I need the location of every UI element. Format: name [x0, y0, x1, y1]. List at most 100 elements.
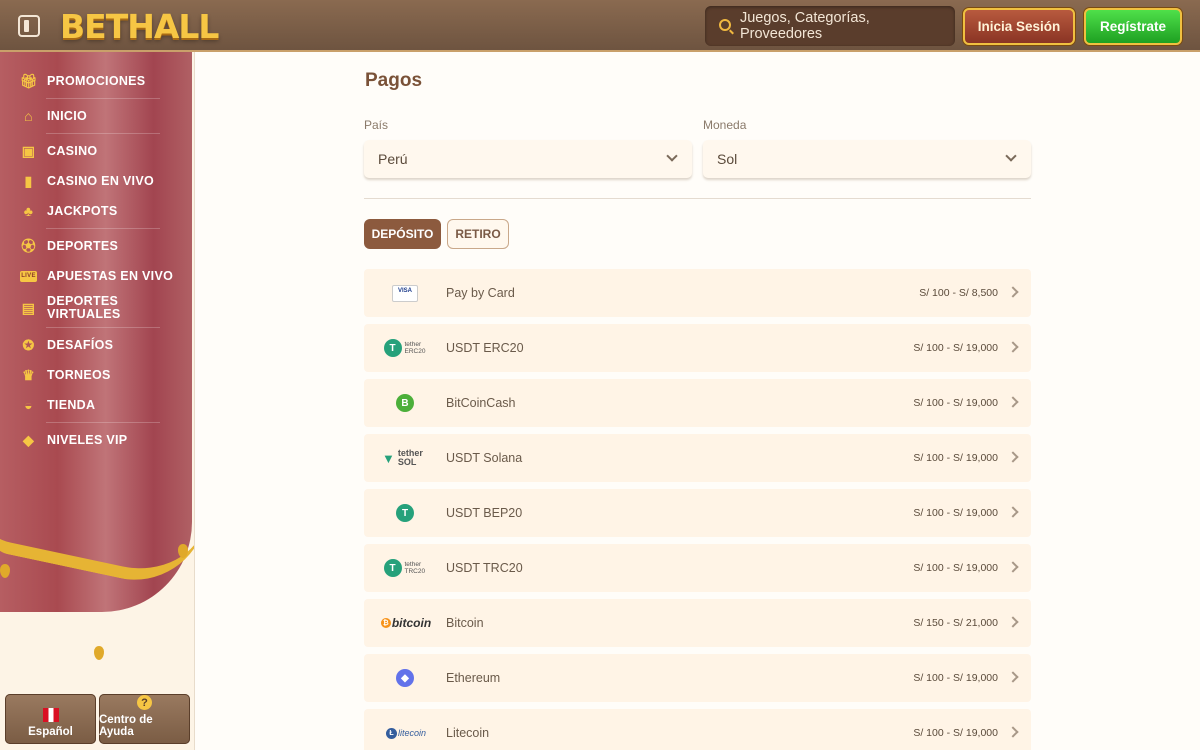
- chevron-down-icon: [1005, 150, 1017, 162]
- country-select[interactable]: Perú: [364, 140, 692, 178]
- payment-method-range: S/ 100 - S/ 19,000: [913, 562, 998, 574]
- tab-retiro[interactable]: RETIRO: [447, 219, 509, 249]
- nav-divider: [46, 98, 160, 99]
- cards-icon: ▮: [24, 173, 33, 189]
- sidebar-item-label: JACKPOTS: [47, 204, 118, 218]
- ball-icon: ⚽︎: [21, 238, 36, 254]
- payment-method-range: S/ 100 - S/ 8,500: [919, 287, 998, 299]
- payment-method-row[interactable]: ◆ Ethereum S/ 100 - S/ 19,000: [364, 654, 1031, 702]
- tassel-drop: [94, 646, 104, 660]
- payment-method-row[interactable]: T USDT BEP20 S/ 100 - S/ 19,000: [364, 489, 1031, 537]
- home-icon: ⌂: [24, 108, 33, 124]
- payment-method-range: S/ 100 - S/ 19,000: [913, 507, 998, 519]
- payment-method-range: S/ 100 - S/ 19,000: [913, 672, 998, 684]
- currency-value: Sol: [717, 151, 738, 167]
- sidebar-item-jackpots[interactable]: ♣ JACKPOTS: [0, 196, 194, 226]
- shop-bag-icon: ◒: [24, 397, 33, 413]
- chevron-right-icon: [1007, 506, 1019, 518]
- register-button[interactable]: Regístrate: [1084, 8, 1182, 45]
- country-value: Perú: [378, 151, 408, 167]
- sidebar-item-label: DEPORTES VIRTUALES: [47, 294, 121, 321]
- language-button[interactable]: Español: [5, 694, 96, 744]
- currency-select[interactable]: Sol: [703, 140, 1031, 178]
- sidebar-item-label: CASINO EN VIVO: [47, 174, 154, 188]
- tether-solana-logo: ▼ tether SOL: [382, 448, 423, 467]
- payment-method-name: USDT BEP20: [446, 506, 523, 520]
- sidebar-item-inicio[interactable]: ⌂ INICIO: [0, 101, 194, 131]
- sidebar-item-tienda[interactable]: ◒ TIENDA: [0, 390, 194, 420]
- nav-divider: [46, 133, 160, 134]
- payment-method-name: Litecoin: [446, 726, 490, 740]
- language-label: Español: [28, 726, 73, 738]
- chevron-right-icon: [1007, 616, 1019, 628]
- sidebar-item-label: INICIO: [47, 109, 87, 123]
- payment-method-range: S/ 100 - S/ 19,000: [913, 452, 998, 464]
- chevron-right-icon: [1007, 451, 1019, 463]
- bethall-logo[interactable]: BETHALL: [60, 7, 219, 46]
- sidebar-item-label: NIVELES VIP: [47, 433, 128, 447]
- payment-method-range: S/ 100 - S/ 19,000: [913, 397, 998, 409]
- tab-deposito[interactable]: DEPÓSITO: [364, 219, 441, 249]
- chevron-down-icon: [666, 150, 678, 162]
- payment-method-row[interactable]: B BitCoinCash S/ 100 - S/ 19,000: [364, 379, 1031, 427]
- chevron-right-icon: [1007, 286, 1019, 298]
- payment-method-name: BitCoinCash: [446, 396, 516, 410]
- chevron-right-icon: [1007, 396, 1019, 408]
- nav-divider: [46, 228, 160, 229]
- chevron-right-icon: [1007, 726, 1019, 738]
- tether-trc20-logo: T tether TRC20: [382, 556, 428, 580]
- payment-method-row[interactable]: ▼ tether SOL USDT Solana S/ 100 - S/ 19,…: [364, 434, 1031, 482]
- sidebar-item-promociones[interactable]: 🎁︎ PROMOCIONES: [0, 66, 194, 96]
- bitcoin-logo: ₿ bitcoin: [378, 611, 434, 635]
- trophy-icon: ♛: [22, 367, 35, 383]
- live-icon: LIVE: [20, 270, 37, 282]
- payment-method-row[interactable]: ₿ bitcoin Bitcoin S/ 150 - S/ 21,000: [364, 599, 1031, 647]
- sidebar-toggle-icon[interactable]: [18, 15, 40, 37]
- chevron-right-icon: [1007, 341, 1019, 353]
- sidebar-item-desafios[interactable]: ✪ DESAFÍOS: [0, 330, 194, 360]
- virtual-sports-icon: ▤: [21, 300, 36, 316]
- payment-method-row[interactable]: Ł litecoin Litecoin S/ 100 - S/ 19,000: [364, 709, 1031, 750]
- sidebar-item-label: DESAFÍOS: [47, 338, 114, 352]
- nav-divider: [46, 422, 160, 423]
- sidebar-item-apuestas-en-vivo[interactable]: LIVE APUESTAS EN VIVO: [0, 261, 194, 291]
- sidebar-item-label: TIENDA: [47, 398, 96, 412]
- payment-method-row[interactable]: T tether ERC20 USDT ERC20 S/ 100 - S/ 19…: [364, 324, 1031, 372]
- search-box[interactable]: Juegos, Categorías, Proveedores: [705, 6, 955, 46]
- badge-icon: ✪: [22, 337, 35, 353]
- payment-method-name: Ethereum: [446, 671, 501, 685]
- page-title: Pagos: [365, 70, 423, 91]
- sidebar-item-niveles-vip[interactable]: ◆ NIVELES VIP: [0, 425, 194, 455]
- tether-bep20-logo: T: [382, 501, 428, 525]
- search-icon: [719, 19, 731, 31]
- help-icon: ?: [137, 695, 152, 710]
- payment-method-range: S/ 100 - S/ 19,000: [913, 342, 998, 354]
- clover-icon: ♣: [23, 203, 34, 219]
- payment-method-name: Bitcoin: [446, 616, 484, 630]
- currency-label: Moneda: [703, 118, 747, 132]
- payment-method-name: USDT Solana: [446, 451, 523, 465]
- sidebar-nav: 🎁︎ PROMOCIONES ⌂ INICIO ▣ CASINO ▮ CASIN…: [0, 66, 194, 455]
- search-placeholder: Juegos, Categorías, Proveedores: [739, 10, 870, 42]
- help-center-button[interactable]: ? Centro de Ayuda: [99, 694, 190, 744]
- sidebar-item-label: CASINO: [47, 144, 98, 158]
- login-button[interactable]: Inicia Sesión: [963, 8, 1075, 45]
- slot-machine-icon: ▣: [21, 143, 36, 159]
- sidebar-item-torneos[interactable]: ♛ TORNEOS: [0, 360, 194, 390]
- sidebar-item-casino[interactable]: ▣ CASINO: [0, 136, 194, 166]
- payment-method-row[interactable]: VISA Pay by Card S/ 100 - S/ 8,500: [364, 269, 1031, 317]
- chevron-right-icon: [1007, 671, 1019, 683]
- help-label: Centro de Ayuda: [99, 714, 153, 738]
- payment-method-row[interactable]: T tether TRC20 USDT TRC20 S/ 100 - S/ 19…: [364, 544, 1031, 592]
- sidebar-item-deportes[interactable]: ⚽︎ DEPORTES: [0, 231, 194, 261]
- bitcoin-cash-logo: B: [382, 391, 428, 415]
- chevron-right-icon: [1007, 561, 1019, 573]
- payment-method-name: USDT ERC20: [446, 341, 524, 355]
- payment-method-range: S/ 100 - S/ 19,000: [913, 727, 998, 739]
- payment-method-name: USDT TRC20: [446, 561, 523, 575]
- section-divider: [364, 198, 1031, 199]
- ethereum-logo: ◆: [382, 666, 428, 690]
- sidebar-item-casino-en-vivo[interactable]: ▮ CASINO EN VIVO: [0, 166, 194, 196]
- visa-card-logo: VISA: [382, 281, 428, 305]
- sidebar-item-deportes-virtuales[interactable]: ▤ DEPORTES VIRTUALES: [0, 291, 194, 325]
